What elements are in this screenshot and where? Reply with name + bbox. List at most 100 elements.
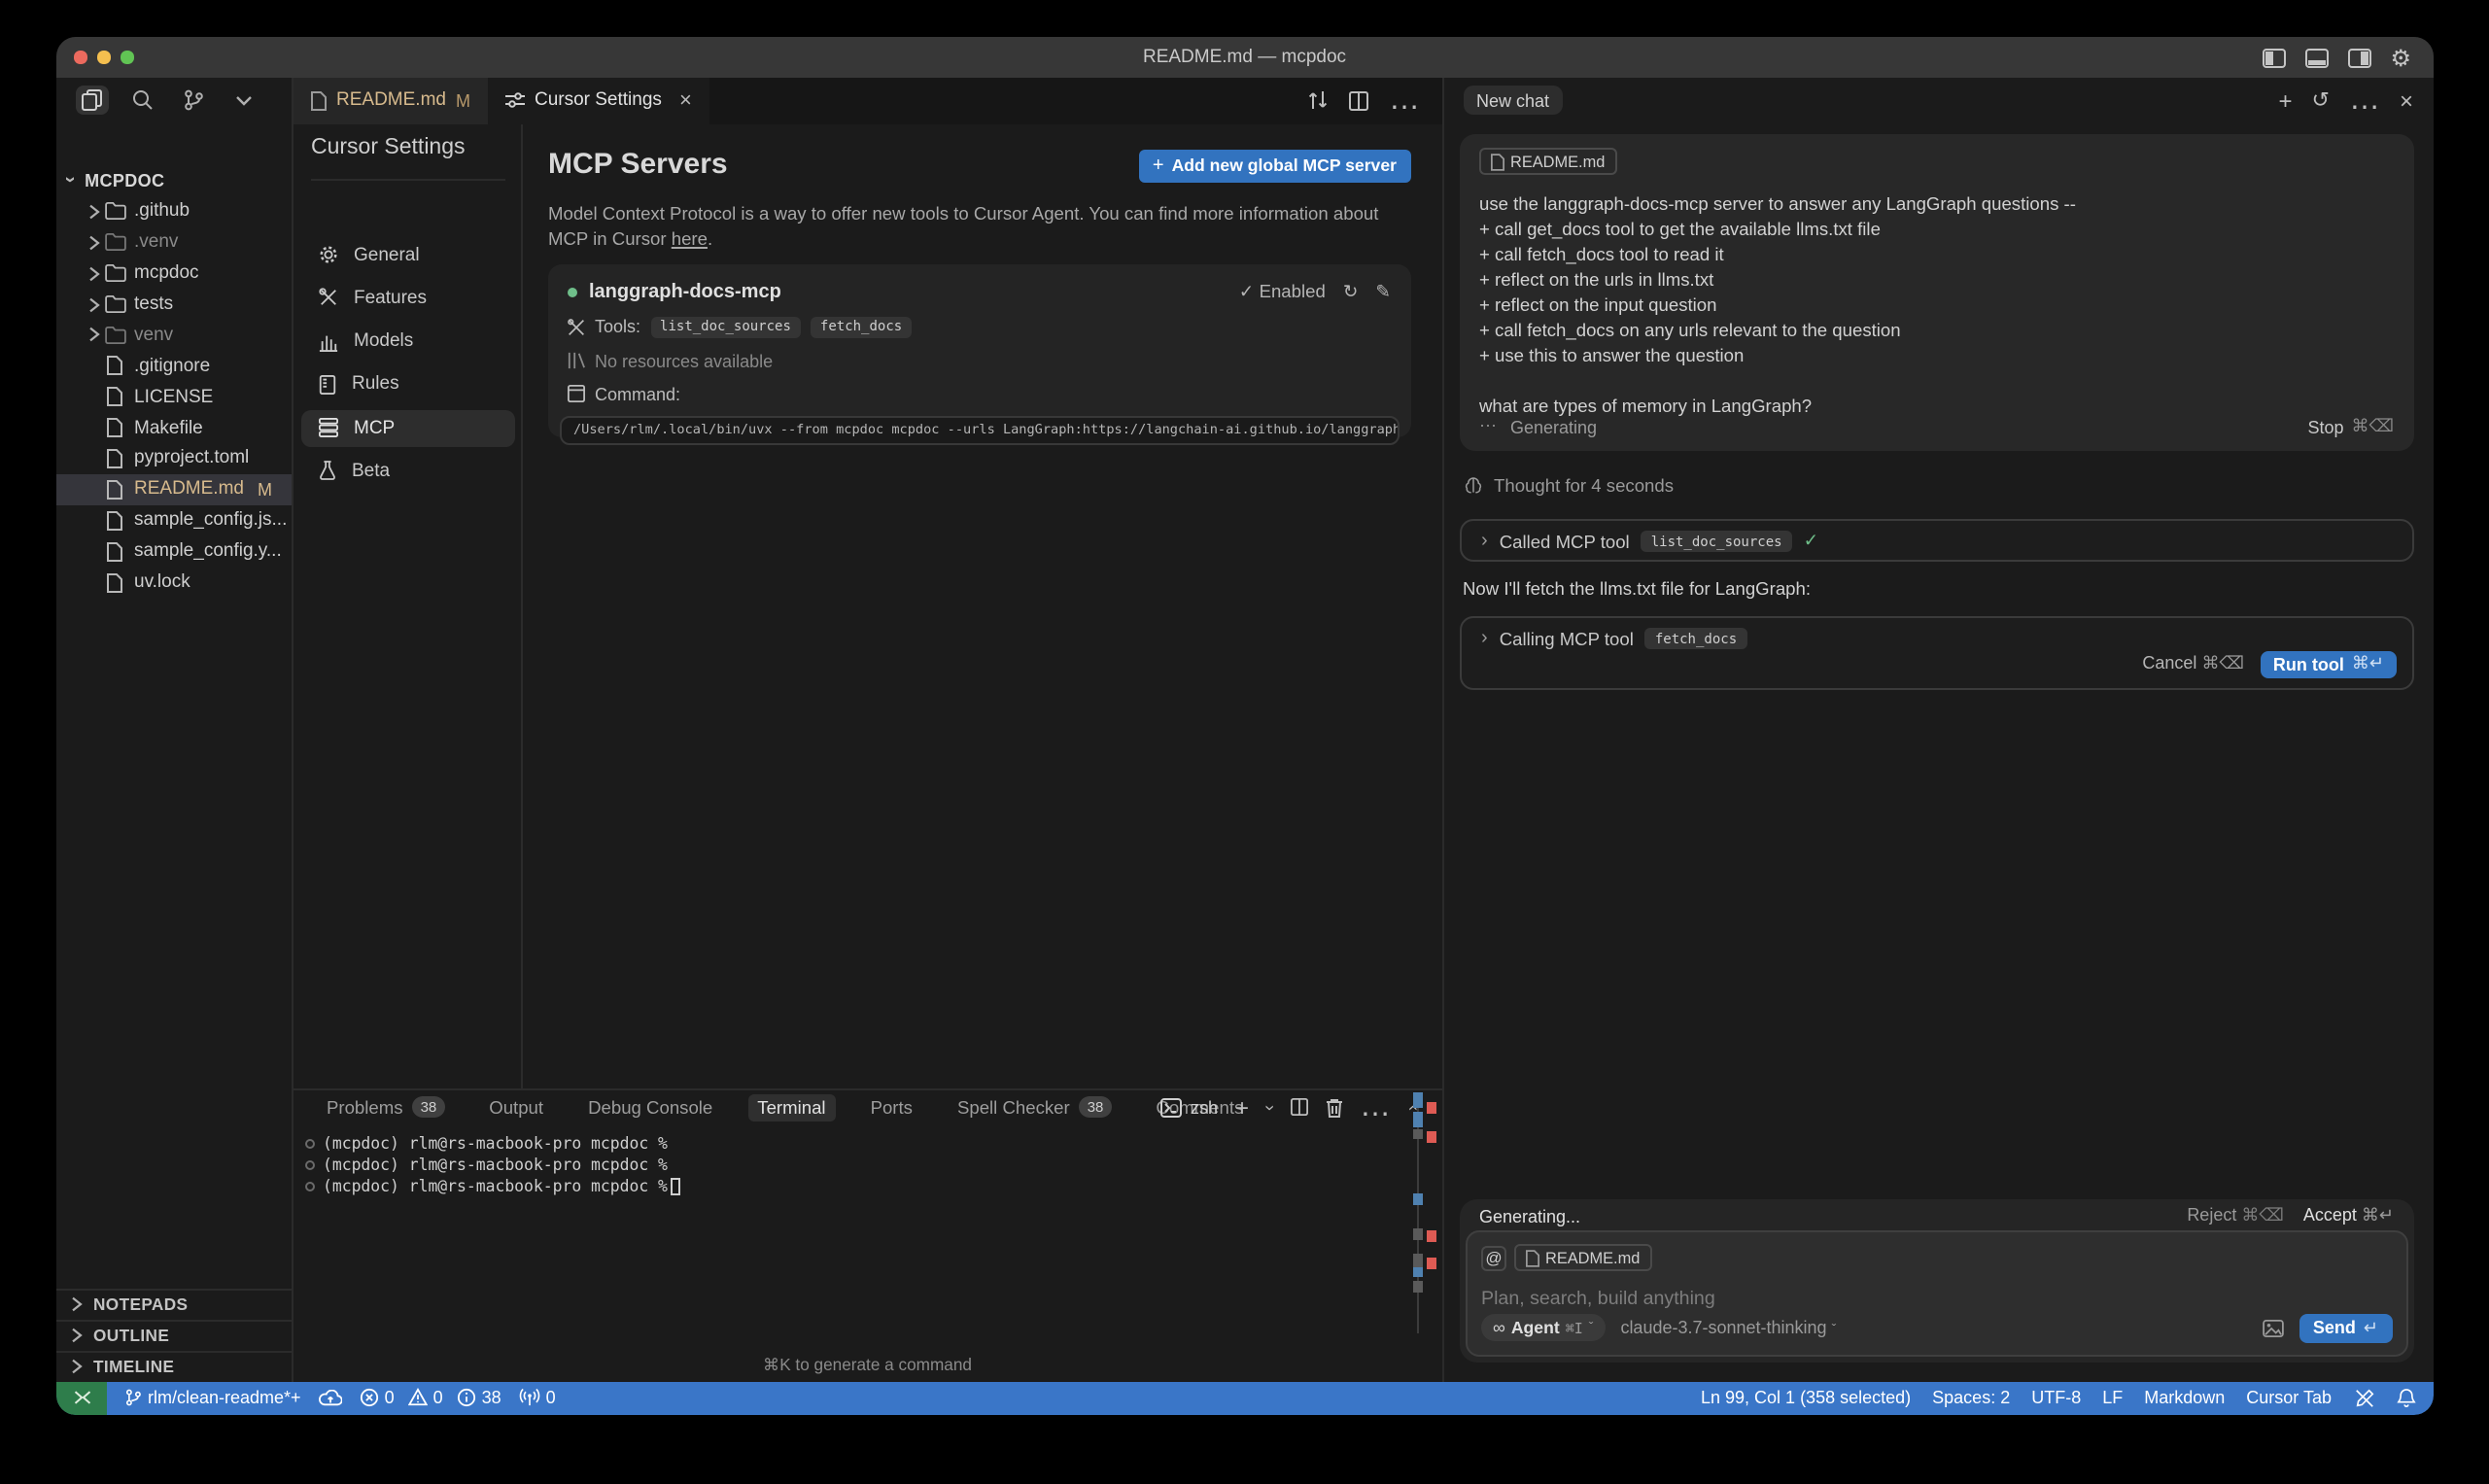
overview-ruler-mark <box>1412 1092 1422 1108</box>
terminal-instance[interactable]: zsh <box>1161 1098 1218 1118</box>
compare-changes-icon[interactable] <box>1307 90 1327 112</box>
remote-indicator[interactable] <box>56 1381 107 1415</box>
close-tab-icon[interactable]: × <box>679 89 692 113</box>
settings-gear-icon[interactable]: ⚙ <box>2390 44 2411 71</box>
explorer-item[interactable]: sample_config.y... <box>56 535 292 567</box>
settings-nav-general[interactable]: General <box>301 236 515 273</box>
search-icon[interactable] <box>126 86 159 116</box>
toggle-left-sidebar-icon[interactable] <box>2262 48 2285 67</box>
ports-item[interactable]: 0 <box>519 1389 556 1408</box>
expand-chevron-icon[interactable]: › <box>1481 629 1488 650</box>
explorer-item[interactable]: .gitignore <box>56 351 292 382</box>
agent-mode-selector[interactable]: ∞ Agent ⌘I ˇ <box>1481 1315 1605 1342</box>
eol-item[interactable]: LF <box>2102 1389 2123 1408</box>
run-tool-button[interactable]: Run tool ⌘↵ <box>2262 650 2396 678</box>
toggle-right-sidebar-icon[interactable] <box>2347 48 2370 67</box>
explorer-item[interactable]: .github <box>56 196 292 227</box>
sidebar-section-outline[interactable]: OUTLINE <box>56 1319 292 1350</box>
chat-more-icon[interactable]: … <box>2349 84 2380 119</box>
explorer-item[interactable]: tests <box>56 289 292 320</box>
settings-nav-models[interactable]: Models <box>301 323 515 360</box>
settings-nav-rules[interactable]: Rules <box>301 366 515 403</box>
edit-pencil-icon[interactable]: ✎ <box>1375 281 1391 302</box>
explorer-root[interactable]: › MCPDOC <box>56 165 292 196</box>
toggle-bottom-panel-icon[interactable] <box>2304 48 2328 67</box>
split-editor-icon[interactable] <box>1348 91 1367 111</box>
panel-tab-terminal[interactable]: Terminal <box>747 1094 835 1122</box>
nav-label: Features <box>354 288 427 309</box>
here-link[interactable]: here <box>672 228 708 248</box>
explorer-item[interactable]: sample_config.js... <box>56 505 292 536</box>
explorer-item[interactable]: LICENSE <box>56 381 292 412</box>
sidebar-section-notepads[interactable]: NOTEPADS <box>56 1289 292 1320</box>
sidebar-section-timeline[interactable]: TIMELINE <box>56 1350 292 1381</box>
tab-cursor-settings[interactable]: Cursor Settings × <box>488 78 709 123</box>
context-chip[interactable]: README.md <box>1514 1244 1651 1271</box>
new-terminal-icon[interactable]: + <box>1235 1094 1249 1122</box>
notifications-bell-icon[interactable] <box>2396 1388 2415 1409</box>
file-icon <box>1491 153 1504 170</box>
language-item[interactable]: Markdown <box>2144 1389 2225 1408</box>
explorer-item[interactable]: README.mdM <box>56 474 292 505</box>
panel-tab-ports[interactable]: Ports <box>861 1094 922 1122</box>
cursor-tab-item[interactable]: Cursor Tab <box>2246 1389 2332 1408</box>
panel-tab-output[interactable]: Output <box>479 1094 553 1122</box>
explorer-item[interactable]: uv.lock <box>56 567 292 598</box>
panel-tab-spell-checker[interactable]: Spell Checker38 <box>948 1094 1121 1122</box>
explorer-item[interactable]: venv <box>56 320 292 351</box>
add-mcp-server-button[interactable]: + Add new global MCP server <box>1139 149 1410 182</box>
stop-button[interactable]: Stop ⌘⌫ <box>2308 416 2395 437</box>
new-chat-icon[interactable]: + <box>2279 87 2293 115</box>
server-command-input[interactable]: /Users/rlm/.local/bin/uvx --from mcpdoc … <box>560 415 1399 444</box>
enabled-toggle[interactable]: ✓ Enabled <box>1239 281 1326 302</box>
context-chip[interactable]: README.md <box>1479 148 1616 175</box>
refresh-icon[interactable]: ↻ <box>1343 281 1359 302</box>
terminal-dropdown-chevron-icon[interactable]: › <box>1260 1105 1279 1111</box>
line-col-item[interactable]: Ln 99, Col 1 (358 selected) <box>1701 1389 1911 1408</box>
more-actions-icon[interactable]: … <box>1389 84 1422 119</box>
cancel-button[interactable]: Cancel ⌘⌫ <box>2142 654 2244 675</box>
expand-chevron-icon[interactable]: › <box>1481 532 1488 553</box>
maximize-window-button[interactable] <box>121 52 133 64</box>
settings-nav-mcp[interactable]: MCP <box>301 409 515 446</box>
explorer-icon[interactable] <box>76 86 109 116</box>
explorer-item[interactable]: pyproject.toml <box>56 443 292 474</box>
encoding-item[interactable]: UTF-8 <box>2031 1389 2081 1408</box>
composer-input-card[interactable]: @ README.md Plan, search, build anything… <box>1466 1230 2407 1356</box>
split-terminal-icon[interactable] <box>1290 1099 1307 1117</box>
close-window-button[interactable] <box>74 52 86 64</box>
explorer-item[interactable]: .venv <box>56 227 292 259</box>
minimize-window-button[interactable] <box>97 52 110 64</box>
close-chat-icon[interactable]: × <box>2400 87 2413 115</box>
panel-more-icon[interactable]: … <box>1360 1090 1391 1125</box>
terminal[interactable]: (mcpdoc) rlm@rs-macbook-pro mcpdoc %(mcp… <box>294 1132 1441 1196</box>
attach-image-icon[interactable] <box>2263 1320 2284 1337</box>
chat-tab[interactable]: New chat <box>1463 86 1563 116</box>
called-tool-box[interactable]: › Called MCP tool list_doc_sources ✓ <box>1460 518 2413 562</box>
model-selector[interactable]: claude-3.7-sonnet-thinking ˇ <box>1620 1319 1836 1338</box>
send-button[interactable]: Send ↵ <box>2299 1314 2392 1342</box>
settings-nav-beta[interactable]: Beta <box>301 453 515 490</box>
settings-nav-features[interactable]: Features <box>301 280 515 317</box>
accept-button[interactable]: Accept ⌘↵ <box>2303 1205 2394 1226</box>
sync-cloud-icon[interactable] <box>319 1390 342 1407</box>
more-views-chevron-icon[interactable] <box>227 86 260 116</box>
reject-button[interactable]: Reject ⌘⌫ <box>2187 1205 2284 1226</box>
explorer-item[interactable]: mcpdoc <box>56 258 292 289</box>
composer-placeholder[interactable]: Plan, search, build anything <box>1481 1289 2392 1310</box>
file-icon <box>103 449 126 468</box>
thought-row[interactable]: Thought for 4 seconds <box>1463 476 1674 496</box>
panel-tab-debug-console[interactable]: Debug Console <box>578 1094 722 1122</box>
problems-item[interactable]: 0 0 38 <box>360 1389 501 1408</box>
mention-button[interactable]: @ <box>1481 1245 1506 1270</box>
chat-history-icon[interactable]: ↺ <box>2312 88 2330 114</box>
source-control-icon[interactable] <box>177 86 210 116</box>
indentation-item[interactable]: Spaces: 2 <box>1932 1389 2010 1408</box>
kill-terminal-trash-icon[interactable] <box>1325 1098 1342 1118</box>
explorer-item[interactable]: Makefile <box>56 412 292 443</box>
panel-tab-problems[interactable]: Problems38 <box>317 1094 454 1122</box>
tab-readme[interactable]: README.md M <box>294 78 488 123</box>
slashed-pen-icon[interactable] <box>2353 1388 2374 1409</box>
git-branch-item[interactable]: rlm/clean-readme*+ <box>124 1389 301 1408</box>
calling-tool-box[interactable]: › Calling MCP tool fetch_docs Cancel ⌘⌫ … <box>1460 615 2413 690</box>
